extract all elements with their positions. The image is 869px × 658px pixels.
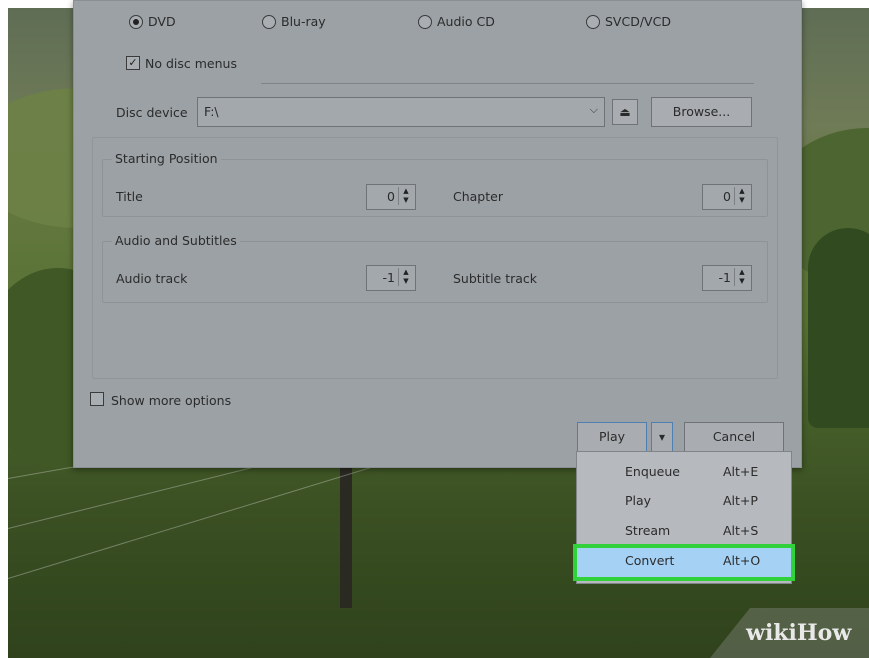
menu-item-shortcut: Alt+S — [723, 523, 759, 538]
radio-audio-cd[interactable] — [418, 15, 432, 29]
radio-svcd-vcd[interactable] — [586, 15, 600, 29]
separator-line — [261, 83, 754, 84]
play-options-dropdown-button[interactable]: ▾ — [651, 422, 673, 452]
background-tree — [808, 228, 869, 428]
radio-dvd[interactable] — [129, 15, 143, 29]
radio-svcd-vcd-label: SVCD/VCD — [605, 14, 671, 29]
menu-item-label: Enqueue — [625, 464, 680, 479]
disc-device-combobox[interactable]: F:\ ⌵ — [197, 97, 605, 127]
no-disc-menus-checkbox[interactable]: ✓ — [126, 56, 140, 70]
disc-device-value: F:\ — [204, 104, 219, 119]
menu-item-label: Stream — [625, 523, 671, 538]
disc-device-label: Disc device — [116, 105, 188, 120]
chevron-down-icon: ▾ — [658, 430, 666, 444]
menu-item-stream[interactable]: Stream Alt+S — [577, 518, 791, 546]
play-dropdown-menu: Enqueue Alt+E Play Alt+P Stream Alt+S Co… — [573, 451, 795, 584]
menu-item-convert[interactable]: Convert Alt+O — [573, 544, 795, 581]
show-more-options-checkbox[interactable] — [90, 392, 104, 406]
fence-post — [340, 458, 352, 608]
fence-wire — [8, 452, 420, 579]
radio-audio-cd-label: Audio CD — [437, 14, 495, 29]
radio-bluray[interactable] — [262, 15, 276, 29]
menu-item-shortcut: Alt+E — [723, 464, 759, 479]
play-button[interactable]: Play — [577, 422, 647, 452]
menu-item-shortcut: Alt+P — [723, 493, 758, 508]
browse-button[interactable]: Browse... — [651, 97, 752, 127]
eject-icon: ⏏ — [619, 105, 631, 119]
menu-item-shortcut: Alt+O — [723, 553, 761, 568]
show-more-options-label: Show more options — [111, 393, 232, 408]
eject-button[interactable]: ⏏ — [612, 99, 638, 125]
watermark-text: wikiHow — [746, 620, 852, 646]
menu-item-play[interactable]: Play Alt+P — [577, 488, 791, 516]
menu-item-enqueue[interactable]: Enqueue Alt+E — [577, 459, 791, 487]
radio-bluray-label: Blu-ray — [281, 14, 326, 29]
disc-options-panel — [92, 137, 778, 379]
menu-item-label: Play — [625, 493, 652, 508]
no-disc-menus-label: No disc menus — [145, 56, 237, 71]
radio-dvd-label: DVD — [148, 14, 176, 29]
menu-item-label: Convert — [625, 553, 675, 568]
cancel-button[interactable]: Cancel — [684, 422, 784, 452]
chevron-down-icon: ⌵ — [589, 103, 598, 116]
open-media-dialog: DVD Blu-ray Audio CD SVCD/VCD ✓ No disc … — [73, 0, 802, 468]
